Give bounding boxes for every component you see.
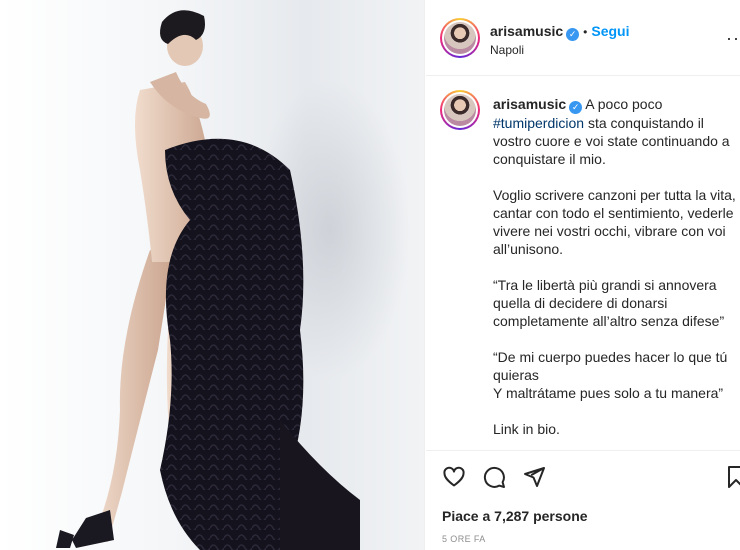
caption-first-line: A poco poco xyxy=(585,96,663,112)
caption-paragraph-4-line-2: Y maltrátame pues solo a tu manera” xyxy=(493,385,724,401)
post-location[interactable]: Napoli xyxy=(490,43,524,57)
post-actions: Piace a 7,287 persone 5 ORE FA xyxy=(426,450,740,550)
post-side-panel: arisamusic✓•Segui Napoli ··· arisamusic✓… xyxy=(426,0,740,550)
post-photo[interactable] xyxy=(0,0,425,550)
caption-author-avatar[interactable] xyxy=(440,90,480,130)
caption-paragraph-2: Voglio scrivere canzoni per tutta la vit… xyxy=(493,187,736,257)
author-avatar[interactable] xyxy=(440,18,480,58)
post-time-ago[interactable]: 5 ORE FA xyxy=(442,534,486,544)
author-username[interactable]: arisamusic xyxy=(490,23,563,39)
caption-paragraph-3: “Tra le libertà più grandi si annovera q… xyxy=(493,277,725,329)
caption-text: arisamusic ✓ A poco poco #tumiperdicion s… xyxy=(493,95,738,456)
post-caption: arisamusic ✓ A poco poco #tumiperdicion s… xyxy=(426,76,740,448)
comment-icon[interactable] xyxy=(482,465,506,489)
avatar-image xyxy=(444,94,476,126)
heart-icon[interactable] xyxy=(442,465,466,489)
caption-hashtag[interactable]: #tumiperdicion xyxy=(493,115,584,131)
separator-dot: • xyxy=(583,25,588,39)
bookmark-icon[interactable] xyxy=(726,465,740,489)
follow-button[interactable]: Segui xyxy=(591,23,629,39)
share-icon[interactable] xyxy=(522,465,546,489)
caption-paragraph-4-line-1: “De mi cuerpo puedes hacer lo que tú qui… xyxy=(493,349,728,383)
caption-paragraph-5: Link in bio. xyxy=(493,421,560,437)
instagram-post: arisamusic✓•Segui Napoli ··· arisamusic✓… xyxy=(0,0,740,550)
caption-paragraph-4: “De mi cuerpo puedes hacer lo que tú qui… xyxy=(493,348,738,402)
avatar-image xyxy=(444,22,476,54)
more-options-icon[interactable]: ··· xyxy=(726,28,740,49)
post-header: arisamusic✓•Segui Napoli ··· xyxy=(426,0,740,76)
caption-username[interactable]: arisamusic xyxy=(493,96,566,112)
header-line: arisamusic ✓ • Segui xyxy=(490,23,630,41)
verified-badge-icon: ✓ xyxy=(566,28,580,41)
photo-illustration xyxy=(56,10,410,550)
likes-count[interactable]: Piace a 7,287 persone xyxy=(442,508,588,524)
verified-badge-icon: ✓ xyxy=(569,101,583,114)
